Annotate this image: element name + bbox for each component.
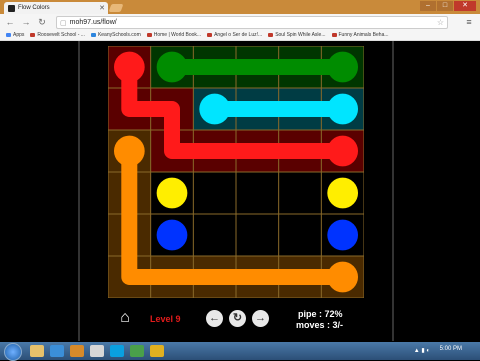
bookmark-item[interactable]: Angel o Ser de Luz!... (207, 32, 262, 38)
maximize-button[interactable]: □ (437, 1, 453, 11)
level-label: Level 9 (150, 314, 181, 324)
url-text: moh97.us/flow/ (69, 19, 117, 26)
tab-close-icon[interactable]: ✕ (99, 4, 105, 12)
green-dot[interactable] (156, 51, 188, 83)
youtube-icon (268, 33, 274, 37)
orange-dot[interactable] (327, 261, 359, 293)
internet-explorer-icon[interactable] (50, 345, 64, 357)
orange-dot[interactable] (113, 135, 145, 167)
navigation-bar: ← → ↻ ▢ moh97.us/flow/ ☆ ≡ (0, 14, 480, 31)
youtube-icon (207, 33, 213, 37)
back-arrow-icon[interactable]: ← (4, 16, 16, 28)
game-board[interactable] (108, 46, 364, 298)
grid-cell[interactable] (278, 172, 322, 214)
skype-icon[interactable] (110, 345, 124, 357)
youtube-icon (331, 33, 337, 37)
green-dot[interactable] (327, 51, 359, 83)
bookmark-item[interactable]: Roosevelt School - ... (30, 32, 85, 38)
chrome-icon[interactable] (90, 345, 104, 357)
bookmarks-bar: Apps Roosevelt School - ... KeanySchools… (0, 30, 480, 41)
grid-cell[interactable] (193, 172, 236, 214)
red-dot[interactable] (113, 51, 145, 83)
game-divider-left (78, 41, 80, 341)
blue-dot[interactable] (156, 219, 188, 251)
bookmark-favicon-icon (30, 33, 36, 37)
bookmark-item[interactable]: Soul Spin While Asle... (268, 32, 326, 38)
yellow-dot[interactable] (156, 177, 188, 209)
clock[interactable]: 5:00 PM (440, 346, 462, 352)
browser-tab[interactable]: Flow Colors ✕ (4, 2, 108, 14)
grid-cell[interactable] (236, 214, 279, 256)
tab-title: Flow Colors (18, 5, 50, 11)
folder-icon[interactable] (150, 345, 164, 357)
blue-dot[interactable] (327, 219, 359, 251)
apps-icon (6, 33, 11, 37)
next-level-button[interactable]: → (252, 310, 269, 327)
bookmark-favicon-icon (90, 33, 96, 37)
home-icon[interactable]: ⌂ (116, 309, 134, 327)
app-icon[interactable] (130, 345, 144, 357)
grid-cell[interactable] (278, 214, 322, 256)
bookmark-favicon-icon (146, 33, 152, 37)
grid-cell[interactable] (236, 172, 279, 214)
forward-arrow-icon[interactable]: → (20, 16, 32, 28)
address-bar[interactable]: ▢ moh97.us/flow/ ☆ (56, 16, 448, 29)
minimize-button[interactable]: – (420, 1, 436, 11)
bookmark-item[interactable]: Home | World Book... (146, 32, 201, 38)
cyan-dot[interactable] (327, 93, 359, 125)
page-icon: ▢ (60, 19, 67, 27)
window-controls: – □ ✕ (420, 1, 476, 11)
yellow-dot[interactable] (327, 177, 359, 209)
bookmark-apps[interactable]: Apps (6, 32, 24, 38)
grid-cell[interactable] (193, 214, 236, 256)
restart-level-button[interactable]: ↻ (229, 310, 246, 327)
previous-level-button[interactable]: ← (206, 310, 223, 327)
red-dot[interactable] (327, 135, 359, 167)
bookmark-star-icon[interactable]: ☆ (437, 18, 444, 27)
menu-icon[interactable]: ≡ (464, 17, 474, 27)
bookmark-item[interactable]: KeanySchools.com (90, 32, 141, 38)
system-tray-icons[interactable]: ▲ ▮ ◐ (414, 347, 430, 354)
game-divider-right (392, 41, 394, 341)
bookmark-item[interactable]: Funny Animals Beha... (331, 32, 389, 38)
cyan-dot[interactable] (199, 93, 231, 125)
pipe-percentage: pipe : 72% (298, 309, 343, 319)
start-button[interactable] (4, 343, 22, 361)
media-icon[interactable] (70, 345, 84, 357)
tab-favicon-icon (8, 4, 15, 12)
explorer-icon[interactable] (30, 345, 44, 357)
close-window-button[interactable]: ✕ (454, 1, 476, 11)
moves-count: moves : 3/- (296, 320, 344, 330)
reload-icon[interactable]: ↻ (36, 16, 48, 28)
